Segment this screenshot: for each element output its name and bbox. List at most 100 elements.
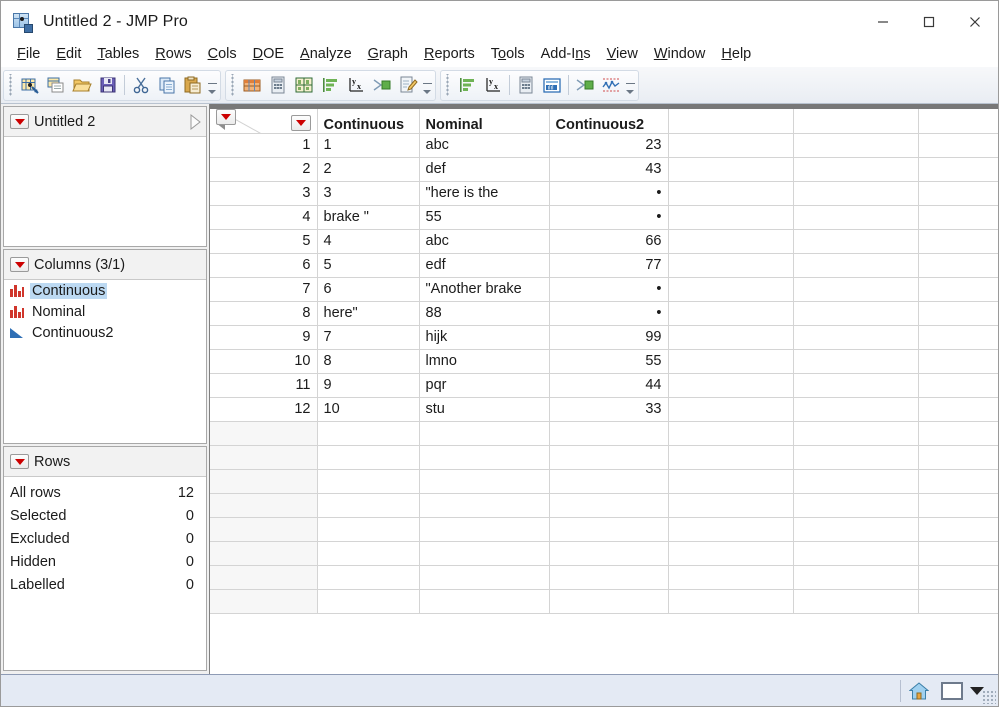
cell-nominal[interactable]: 88 [419,301,550,326]
cell-nominal[interactable]: abc [419,133,550,158]
cell-nominal[interactable]: abc [419,229,550,254]
cell-continuous2[interactable]: 43 [549,157,669,182]
cell-empty[interactable] [793,133,919,158]
row-number[interactable]: 3 [210,181,318,206]
column-item-continuous2[interactable]: Continuous2 [4,322,206,343]
cell-empty[interactable] [793,421,919,446]
cell-empty[interactable] [317,517,420,542]
new-data-table-icon[interactable] [17,72,43,98]
row-number[interactable]: 7 [210,277,318,302]
cell-empty[interactable] [549,541,669,566]
table-row[interactable]: 2 2 def 43 [210,157,998,182]
row-number[interactable]: 11 [210,373,318,398]
cell-nominal[interactable]: "Another brake [419,277,550,302]
table-row[interactable]: 8 here" 88 • [210,301,998,326]
cell-empty[interactable] [317,421,420,446]
cell-empty[interactable] [549,421,669,446]
rows-stat-excluded[interactable]: Excluded 0 [4,527,206,550]
columns-menu-red-triangle-icon[interactable] [290,115,311,131]
cell-empty[interactable] [668,421,794,446]
cell-empty[interactable] [668,469,794,494]
cell-empty[interactable] [668,301,794,326]
cell-empty[interactable] [419,517,550,542]
table-row-empty[interactable] [210,493,998,518]
table-row-empty[interactable] [210,541,998,566]
cell-continuous2[interactable]: • [549,301,669,326]
data-table-icon[interactable] [239,72,265,98]
cell-empty[interactable] [668,349,794,374]
menu-doe[interactable]: DOE [245,44,292,65]
cell-continuous2[interactable]: 99 [549,325,669,350]
cell-empty[interactable] [668,397,794,422]
red-triangle-menu-icon[interactable] [10,454,29,469]
menu-view[interactable]: View [599,44,646,65]
cell-empty[interactable] [419,589,550,614]
cell-empty[interactable] [918,445,998,470]
column-header-continuous[interactable]: Continuous [317,109,420,134]
cell-empty[interactable] [793,157,919,182]
close-button[interactable] [952,1,998,42]
cell-continuous[interactable]: here" [317,301,420,326]
cell-empty[interactable] [419,565,550,590]
cell-empty[interactable] [793,229,919,254]
cell-empty[interactable] [918,133,998,158]
control-chart-icon[interactable] [598,72,624,98]
cell-empty[interactable] [668,493,794,518]
cell-empty[interactable] [918,253,998,278]
row-number[interactable]: 10 [210,349,318,374]
cell-continuous2[interactable]: • [549,205,669,230]
cell-continuous[interactable]: 9 [317,373,420,398]
cell-empty[interactable] [668,277,794,302]
toolbar-grip-icon[interactable] [8,74,15,96]
cut-icon[interactable] [128,72,154,98]
cell-empty[interactable] [317,541,420,566]
cell-empty[interactable] [668,565,794,590]
cell-continuous2[interactable]: • [549,181,669,206]
cell-nominal[interactable]: stu [419,397,550,422]
fit-model-icon[interactable] [572,72,598,98]
cell-empty[interactable] [793,301,919,326]
cell-empty[interactable] [793,493,919,518]
cell-empty[interactable] [668,517,794,542]
menu-rows[interactable]: Rows [147,44,199,65]
panel-square-icon[interactable] [941,681,963,700]
cell-empty[interactable] [793,373,919,398]
cell-empty[interactable] [549,469,669,494]
resize-grip-icon[interactable] [982,690,996,704]
cell-empty[interactable] [317,445,420,470]
open-file-icon[interactable] [69,72,95,98]
row-number[interactable] [210,469,318,494]
cell-continuous[interactable]: 3 [317,181,420,206]
cell-empty[interactable] [793,277,919,302]
toolbar-grip-icon[interactable] [445,74,452,96]
cell-empty[interactable] [317,565,420,590]
cell-empty[interactable] [793,325,919,350]
rows-stat-selected[interactable]: Selected 0 [4,504,206,527]
menu-window[interactable]: Window [646,44,714,65]
table-row-empty[interactable] [210,421,998,446]
cell-empty[interactable] [317,469,420,494]
cell-continuous2[interactable]: 23 [549,133,669,158]
cell-empty[interactable] [793,205,919,230]
cell-empty[interactable] [317,493,420,518]
cell-nominal[interactable]: "here is the [419,181,550,206]
cell-continuous[interactable]: 5 [317,253,420,278]
subset-icon[interactable] [291,72,317,98]
cell-empty[interactable] [918,541,998,566]
table-row[interactable]: 9 7 hijk 99 [210,325,998,350]
table-row-empty[interactable] [210,589,998,614]
cell-empty[interactable] [668,373,794,398]
cell-continuous[interactable]: 6 [317,277,420,302]
cell-empty[interactable] [918,469,998,494]
cell-continuous2[interactable]: 33 [549,397,669,422]
save-icon[interactable] [95,72,121,98]
minimize-button[interactable] [860,1,906,42]
cell-empty[interactable] [668,181,794,206]
distribution-icon[interactable] [317,72,343,98]
cell-empty[interactable] [918,277,998,302]
row-number[interactable] [210,541,318,566]
row-number[interactable]: 9 [210,325,318,350]
menu-graph[interactable]: Graph [360,44,416,65]
row-number[interactable]: 4 [210,205,318,230]
table-row[interactable]: 6 5 edf 77 [210,253,998,278]
